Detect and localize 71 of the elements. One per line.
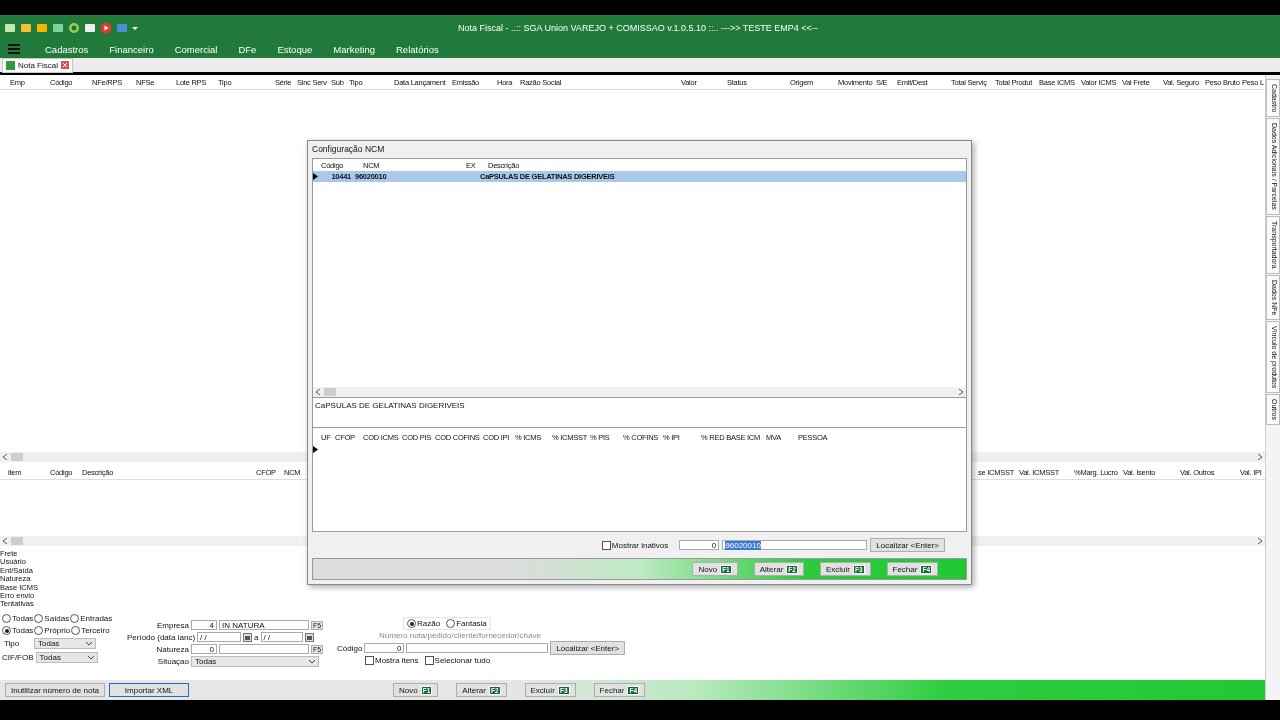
action-button[interactable]: Inutilizar número de nota — [5, 683, 106, 697]
type-select[interactable]: Todas — [34, 638, 96, 649]
scroll-right-icon[interactable] — [1258, 538, 1262, 544]
field-label: CIF/FOB — [2, 653, 34, 662]
field-label: Natureza — [155, 644, 189, 654]
checkbox[interactable]: Selecionar tudo — [424, 656, 491, 665]
radio-button[interactable]: Próprio — [34, 626, 71, 635]
date-from-field[interactable]: / / — [197, 632, 242, 642]
field-label: Situaçao — [156, 657, 189, 666]
field-label: Período (data lanc) — [127, 632, 196, 642]
menu-item[interactable]: Relatórios — [396, 43, 439, 55]
scroll-thumb[interactable] — [324, 388, 336, 396]
calendar-icon[interactable] — [304, 632, 314, 642]
company-code-field[interactable]: 4 — [191, 620, 217, 630]
scroll-thumb[interactable] — [11, 537, 23, 545]
app-icon — [6, 60, 15, 70]
menu-item[interactable]: DFe — [238, 43, 257, 55]
nature-name-field[interactable] — [219, 644, 309, 654]
scroll-left-icon[interactable] — [3, 538, 7, 544]
menu-item[interactable]: Estoque — [277, 43, 313, 55]
nature-code-field[interactable]: 0 — [191, 644, 217, 654]
play-icon[interactable] — [100, 21, 112, 34]
search-button[interactable]: Localizar <Enter> — [550, 641, 626, 655]
scrollbar[interactable] — [313, 387, 966, 397]
row-pointer-icon — [313, 173, 319, 180]
caret-icon — [87, 655, 94, 660]
checkbox[interactable]: Mostrar inativos — [601, 540, 669, 550]
status-select[interactable]: Todas — [191, 656, 319, 667]
scroll-thumb[interactable] — [11, 453, 23, 461]
caret-icon — [86, 641, 92, 646]
scroll-right-icon[interactable] — [959, 389, 963, 395]
search-field[interactable]: 96020010 — [722, 540, 868, 550]
scroll-right-icon[interactable] — [1258, 454, 1262, 460]
date-to-field[interactable]: / / — [260, 632, 303, 642]
menu-item[interactable]: Cadastros — [45, 43, 89, 55]
toolbar-options-icon[interactable] — [132, 24, 138, 31]
company-name-field[interactable]: IN NATURA — [219, 620, 309, 630]
radio-button[interactable]: Saídas — [34, 614, 70, 623]
app-icon[interactable] — [4, 21, 16, 34]
calendar-icon[interactable] — [243, 632, 253, 642]
action-button[interactable]: Importar XML — [109, 683, 190, 697]
radio-button[interactable]: Entradas — [70, 614, 113, 623]
radio-button[interactable]: Terceiro — [71, 626, 110, 635]
search-button[interactable]: Localizar <Enter> — [870, 538, 945, 552]
window-title: Nota Fiscal - ..:: SGA Union VAREJO + COMISSAO v.1.0.5.10 ::.. --->> TESTE EMP4 <<-- — [458, 22, 818, 33]
field-label: Código — [337, 643, 363, 653]
checkbox[interactable]: Mostra itens — [365, 656, 419, 665]
caret-icon — [309, 659, 315, 664]
menu-item[interactable]: Marketing — [333, 43, 375, 55]
code-field[interactable]: 0 — [364, 643, 405, 653]
search-field[interactable] — [406, 643, 549, 653]
globe-icon[interactable] — [68, 21, 80, 34]
radio-button[interactable]: Fantasia — [446, 619, 487, 628]
search-hint: Número nota/pedido/cliente/fornecedor/chave — [379, 631, 542, 640]
scroll-left-icon[interactable] — [3, 454, 7, 460]
radio-button[interactable]: Razão — [407, 619, 441, 628]
close-icon[interactable] — [61, 61, 69, 69]
radio-button[interactable]: Todas — [2, 626, 34, 635]
code-field[interactable]: 0 — [679, 540, 720, 550]
menu-item[interactable]: Financeiro — [109, 43, 154, 55]
range-separator: a — [254, 632, 259, 642]
menu-item[interactable]: Comercial — [174, 43, 218, 55]
row-pointer-icon — [313, 446, 319, 453]
field-label: Empresa — [156, 620, 189, 630]
menu-icon[interactable] — [8, 44, 20, 54]
radio-button[interactable]: Todas — [2, 614, 34, 623]
dialog-title: Configuração NCM — [312, 143, 386, 156]
description-text: CaPSULAS DE GELATINAS DIGERIVEIS — [312, 398, 967, 428]
field-label: Tipo — [3, 639, 21, 648]
scroll-left-icon[interactable] — [316, 389, 320, 395]
freight-select[interactable]: Todas — [35, 652, 98, 663]
